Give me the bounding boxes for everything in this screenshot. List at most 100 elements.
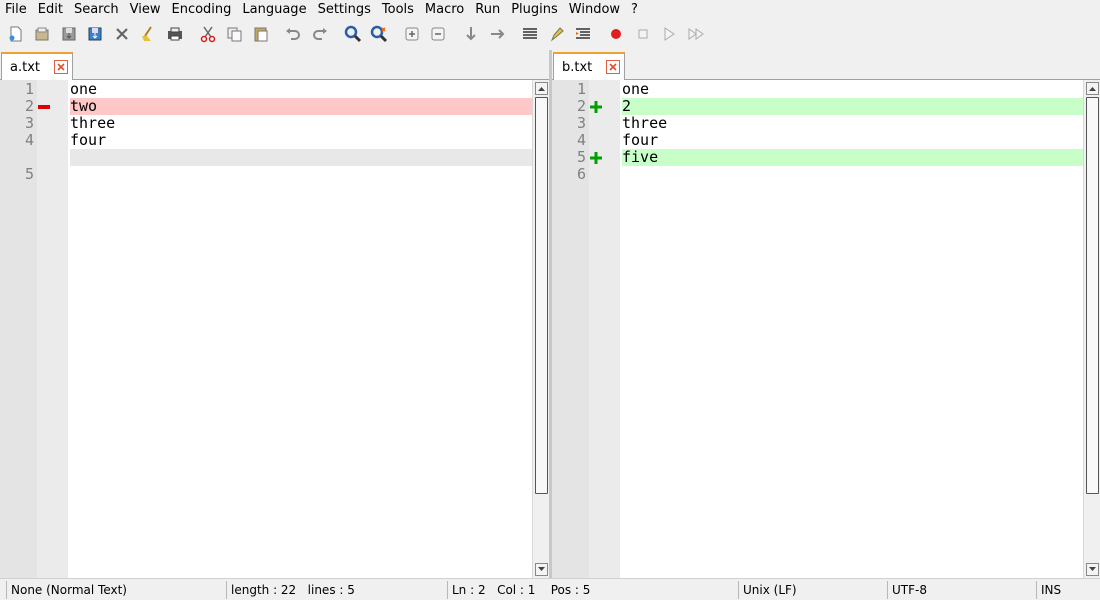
- line-number: 5: [24, 165, 34, 183]
- editor-line[interactable]: 1 one: [552, 81, 1083, 98]
- macro-play-icon[interactable]: [658, 23, 681, 45]
- line-text[interactable]: two: [70, 98, 532, 115]
- left-vertical-scrollbar[interactable]: [532, 80, 549, 578]
- paste-icon[interactable]: [249, 23, 272, 45]
- editor-line[interactable]: 6: [552, 166, 1083, 183]
- print-icon[interactable]: [164, 23, 187, 45]
- status-length: length : 22: [231, 583, 297, 597]
- save-all-icon[interactable]: [84, 23, 107, 45]
- menu-bar: File Edit Search View Encoding Language …: [0, 0, 1100, 20]
- replace-icon[interactable]: [368, 23, 391, 45]
- sync-horizontal-icon[interactable]: [486, 23, 509, 45]
- macro-run-multiple-icon[interactable]: [684, 23, 707, 45]
- line-number: 2: [576, 97, 586, 115]
- editor-line[interactable]: 2 two: [0, 98, 532, 115]
- line-text[interactable]: [70, 149, 532, 166]
- tab-a-txt[interactable]: a.txt: [1, 52, 73, 80]
- menu-window[interactable]: Window: [564, 1, 625, 19]
- zoom-out-icon[interactable]: [427, 23, 450, 45]
- left-editor[interactable]: 1 one 2 two 3 three 4 four 5: [0, 80, 549, 578]
- indent-guide-icon[interactable]: [572, 23, 595, 45]
- macro-record-icon[interactable]: [604, 23, 627, 45]
- sync-vertical-icon[interactable]: [460, 23, 483, 45]
- right-text-area[interactable]: 1 one 2 2 3 three 4 four 5 five 6: [552, 81, 1083, 183]
- scroll-thumb[interactable]: [1086, 97, 1099, 494]
- status-pos: Pos : 5: [550, 583, 591, 597]
- line-number: 2: [24, 97, 34, 115]
- scroll-thumb[interactable]: [535, 97, 548, 494]
- open-file-icon[interactable]: [31, 23, 54, 45]
- menu-macro[interactable]: Macro: [420, 1, 469, 19]
- line-text[interactable]: three: [622, 115, 1083, 132]
- line-text[interactable]: [70, 166, 532, 183]
- menu-help[interactable]: ?: [626, 1, 643, 19]
- line-text[interactable]: 2: [622, 98, 1083, 115]
- line-number: 1: [576, 80, 586, 98]
- menu-plugins[interactable]: Plugins: [506, 1, 563, 19]
- status-encoding: UTF-8: [887, 581, 927, 599]
- undo-icon[interactable]: [282, 23, 305, 45]
- tab-label: b.txt: [562, 59, 593, 75]
- macro-stop-icon[interactable]: [631, 23, 654, 45]
- menu-encoding[interactable]: Encoding: [166, 1, 236, 19]
- menu-search[interactable]: Search: [69, 1, 124, 19]
- right-editor[interactable]: 1 one 2 2 3 three 4 four 5 five 6: [552, 80, 1100, 578]
- line-text[interactable]: one: [70, 81, 532, 98]
- status-insert-mode: INS: [1036, 581, 1061, 599]
- tab-b-txt[interactable]: b.txt: [553, 52, 625, 80]
- highlighter-icon[interactable]: [545, 23, 568, 45]
- line-added-icon: [590, 152, 602, 164]
- close-icon[interactable]: [110, 23, 133, 45]
- line-number: 6: [576, 165, 586, 183]
- right-tab-bar: b.txt: [552, 50, 1100, 80]
- tab-close-icon[interactable]: [54, 60, 68, 74]
- status-length-lines: length : 22 lines : 5: [226, 581, 355, 599]
- right-vertical-scrollbar[interactable]: [1083, 80, 1100, 578]
- scroll-down-icon[interactable]: [535, 563, 548, 576]
- line-text[interactable]: four: [70, 132, 532, 149]
- tab-label: a.txt: [10, 59, 40, 75]
- menu-view[interactable]: View: [125, 1, 166, 19]
- find-icon[interactable]: [341, 23, 364, 45]
- editor-line[interactable]: 3 three: [552, 115, 1083, 132]
- line-number: 3: [576, 114, 586, 132]
- tab-close-icon[interactable]: [606, 60, 620, 74]
- right-editor-panel: b.txt 1 one 2 2 3 three 4 four 5 five 6: [552, 50, 1100, 578]
- scroll-up-icon[interactable]: [1086, 82, 1099, 95]
- editor-line[interactable]: [0, 149, 532, 166]
- zoom-in-icon[interactable]: [400, 23, 423, 45]
- editor-line[interactable]: 5: [0, 166, 532, 183]
- line-text[interactable]: [622, 166, 1083, 183]
- close-all-icon[interactable]: [137, 23, 160, 45]
- menu-file[interactable]: File: [0, 1, 32, 19]
- menu-settings[interactable]: Settings: [313, 1, 376, 19]
- line-text[interactable]: four: [622, 132, 1083, 149]
- redo-icon[interactable]: [309, 23, 332, 45]
- status-position: Ln : 2 Col : 1 Pos : 5: [447, 581, 590, 599]
- line-text[interactable]: one: [622, 81, 1083, 98]
- editor-line[interactable]: 4 four: [0, 132, 532, 149]
- editor-line[interactable]: 4 four: [552, 132, 1083, 149]
- editor-line[interactable]: 5 five: [552, 149, 1083, 166]
- line-added-icon: [590, 101, 602, 113]
- new-file-icon[interactable]: [4, 23, 27, 45]
- left-text-area[interactable]: 1 one 2 two 3 three 4 four 5: [0, 81, 532, 183]
- menu-edit[interactable]: Edit: [33, 1, 68, 19]
- editor-line[interactable]: 3 three: [0, 115, 532, 132]
- save-icon[interactable]: [57, 23, 80, 45]
- menu-language[interactable]: Language: [237, 1, 311, 19]
- menu-run[interactable]: Run: [470, 1, 505, 19]
- line-number: 4: [24, 131, 34, 149]
- editor-line[interactable]: 1 one: [0, 81, 532, 98]
- menu-tools[interactable]: Tools: [377, 1, 419, 19]
- copy-icon[interactable]: [223, 23, 246, 45]
- scroll-up-icon[interactable]: [535, 82, 548, 95]
- editor-line[interactable]: 22: [552, 98, 1083, 115]
- line-removed-icon: [38, 101, 50, 113]
- word-wrap-icon[interactable]: [519, 23, 542, 45]
- line-text[interactable]: three: [70, 115, 532, 132]
- cut-icon[interactable]: [196, 23, 219, 45]
- line-text[interactable]: five: [622, 149, 1083, 166]
- scroll-down-icon[interactable]: [1086, 563, 1099, 576]
- line-number: 5: [576, 148, 586, 166]
